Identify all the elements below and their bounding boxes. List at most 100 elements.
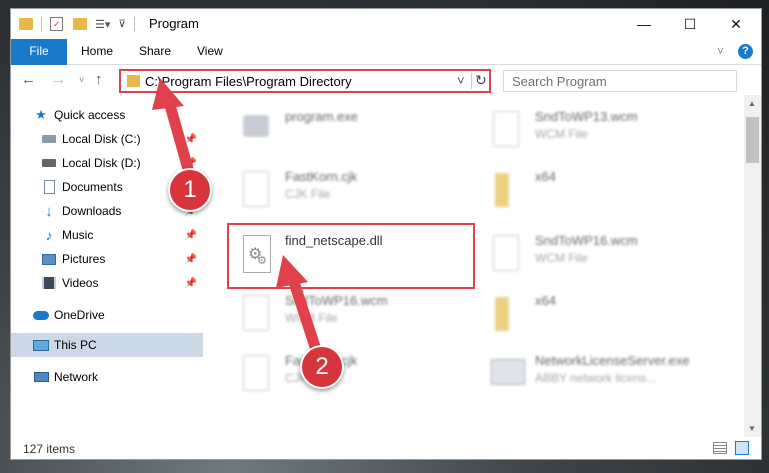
file-type: WCM File bbox=[535, 127, 588, 141]
nav-item-label: Videos bbox=[62, 276, 99, 290]
tab-home[interactable]: Home bbox=[81, 39, 113, 65]
file-item[interactable]: FastKorn.cjk CJK File bbox=[233, 351, 473, 409]
view-options-icon[interactable]: ☰▾ bbox=[95, 18, 110, 31]
details-view-icon[interactable] bbox=[713, 442, 727, 454]
scrollbar-thumb[interactable] bbox=[746, 117, 759, 163]
folder-item[interactable]: x64 bbox=[483, 291, 723, 349]
nav-item-local-disk-c[interactable]: Local Disk (C:) 📌 bbox=[11, 127, 203, 151]
window-title: Program bbox=[149, 16, 199, 31]
pin-icon: 📌 bbox=[184, 133, 197, 145]
nav-item-quick-access[interactable]: ★ Quick access bbox=[11, 103, 203, 127]
network-icon bbox=[33, 369, 49, 385]
scroll-up-icon[interactable]: ▲ bbox=[748, 99, 756, 108]
file-item[interactable]: FastKorn.cjk CJK File bbox=[233, 167, 473, 225]
up-arrow-icon[interactable]: ↑ bbox=[95, 71, 103, 88]
download-icon: ↓ bbox=[45, 202, 53, 220]
maximize-button[interactable]: ☐ bbox=[667, 9, 713, 39]
separator bbox=[133, 17, 135, 31]
file-icon bbox=[239, 353, 273, 397]
step-badge-2: 2 bbox=[300, 345, 344, 389]
exe-icon bbox=[489, 353, 525, 397]
exe-icon bbox=[239, 109, 273, 153]
recent-locations-icon[interactable]: ˅ bbox=[79, 75, 84, 85]
minimize-button[interactable]: — bbox=[621, 9, 667, 39]
nav-item-label: OneDrive bbox=[54, 308, 105, 322]
file-item[interactable]: SndToWP13.wcm WCM File bbox=[483, 107, 723, 165]
search-input[interactable]: Search Program bbox=[503, 70, 737, 92]
tab-share[interactable]: Share bbox=[139, 39, 171, 65]
address-dropdown-icon[interactable]: ˅ bbox=[457, 73, 465, 88]
navigation-bar: ← → ˅ ↑ C:\Program Files\Program Directo… bbox=[11, 65, 761, 95]
properties-icon[interactable]: ✓ bbox=[50, 17, 63, 31]
nav-item-music[interactable]: ♪ Music 📌 bbox=[11, 223, 203, 247]
explorer-window: ✓ ☰▾ ⊽ Program — ☐ ✕ File Home Share Vie… bbox=[10, 8, 762, 460]
pin-icon: 📌 bbox=[184, 229, 197, 241]
pin-icon: 📌 bbox=[184, 277, 197, 289]
nav-item-label: This PC bbox=[54, 338, 97, 352]
navigation-pane: ★ Quick access Local Disk (C:) 📌 Local D… bbox=[11, 103, 203, 437]
nav-item-network[interactable]: Network bbox=[11, 365, 203, 389]
music-icon: ♪ bbox=[45, 227, 53, 243]
nav-item-local-disk-d[interactable]: Local Disk (D:) 📌 bbox=[11, 151, 203, 175]
disk-icon bbox=[41, 131, 57, 147]
address-bar[interactable]: C:\Program Files\Program Directory ˅ ↻ bbox=[119, 69, 491, 93]
tab-file[interactable]: File bbox=[11, 39, 67, 65]
help-icon[interactable]: ? bbox=[738, 44, 753, 59]
file-type: WCM File bbox=[285, 311, 338, 325]
file-type: CJK File bbox=[285, 187, 331, 201]
computer-icon bbox=[33, 337, 49, 353]
file-item[interactable]: SndToWP16.wcm WCM File bbox=[483, 231, 723, 289]
scroll-down-icon[interactable]: ▼ bbox=[748, 424, 756, 433]
pin-icon: 📌 bbox=[184, 157, 197, 169]
file-item[interactable]: SndToWP16.wcm WCM File bbox=[233, 291, 473, 349]
file-type: ABBY network licens... bbox=[535, 371, 657, 385]
folder-name: x64 bbox=[535, 169, 556, 184]
expand-ribbon-icon[interactable]: ˅ bbox=[717, 39, 724, 65]
refresh-icon[interactable]: ↻ bbox=[475, 72, 487, 89]
nav-item-onedrive[interactable]: OneDrive bbox=[11, 303, 203, 327]
file-icon bbox=[489, 109, 523, 153]
nav-item-this-pc[interactable]: This PC bbox=[11, 333, 203, 357]
search-placeholder: Search Program bbox=[512, 74, 607, 89]
nav-item-pictures[interactable]: Pictures 📌 bbox=[11, 247, 203, 271]
nav-item-label: Quick access bbox=[54, 108, 126, 122]
documents-icon bbox=[41, 179, 57, 195]
file-item[interactable]: program.exe bbox=[233, 107, 473, 165]
file-name: SndToWP16.wcm bbox=[535, 233, 638, 248]
videos-icon bbox=[41, 275, 57, 291]
nav-item-label: Documents bbox=[62, 180, 123, 194]
status-bar: 127 items bbox=[11, 437, 761, 459]
file-name: program.exe bbox=[285, 109, 358, 124]
item-count: 127 items bbox=[23, 442, 76, 456]
nav-item-label: Local Disk (D:) bbox=[62, 156, 141, 170]
back-arrow-icon[interactable]: ← bbox=[21, 71, 36, 88]
divider bbox=[471, 73, 472, 89]
disk-icon bbox=[41, 155, 57, 171]
file-item[interactable]: NetworkLicenseServer.exe ABBY network li… bbox=[483, 351, 723, 409]
folder-icon bbox=[127, 75, 140, 87]
nav-item-label: Downloads bbox=[62, 204, 122, 218]
close-button[interactable]: ✕ bbox=[713, 9, 759, 39]
file-icon bbox=[239, 169, 273, 213]
customize-toolbar-icon[interactable]: ⊽ bbox=[118, 19, 125, 30]
title-bar: ✓ ☰▾ ⊽ Program — ☐ ✕ bbox=[11, 9, 761, 39]
file-icon bbox=[239, 293, 273, 337]
folder-icon bbox=[489, 169, 523, 213]
new-folder-icon[interactable] bbox=[73, 18, 87, 30]
file-icon bbox=[489, 233, 523, 277]
file-name: SndToWP13.wcm bbox=[535, 109, 638, 124]
nav-item-label: Pictures bbox=[62, 252, 106, 266]
vertical-scrollbar[interactable]: ▲ ▼ bbox=[744, 95, 761, 437]
tab-view[interactable]: View bbox=[197, 39, 223, 65]
forward-arrow-icon[interactable]: → bbox=[51, 71, 66, 88]
folder-icon[interactable] bbox=[19, 18, 33, 30]
large-icons-view-icon[interactable] bbox=[735, 441, 749, 455]
pin-icon: 📌 bbox=[184, 253, 197, 265]
ribbon: File Home Share View ˅ ? bbox=[11, 39, 761, 65]
nav-item-label: Music bbox=[62, 228, 94, 242]
file-name: SndToWP16.wcm bbox=[285, 293, 388, 308]
folder-item[interactable]: x64 bbox=[483, 167, 723, 225]
folder-icon bbox=[489, 293, 523, 337]
nav-item-label: Local Disk (C:) bbox=[62, 132, 141, 146]
nav-item-videos[interactable]: Videos 📌 bbox=[11, 271, 203, 295]
